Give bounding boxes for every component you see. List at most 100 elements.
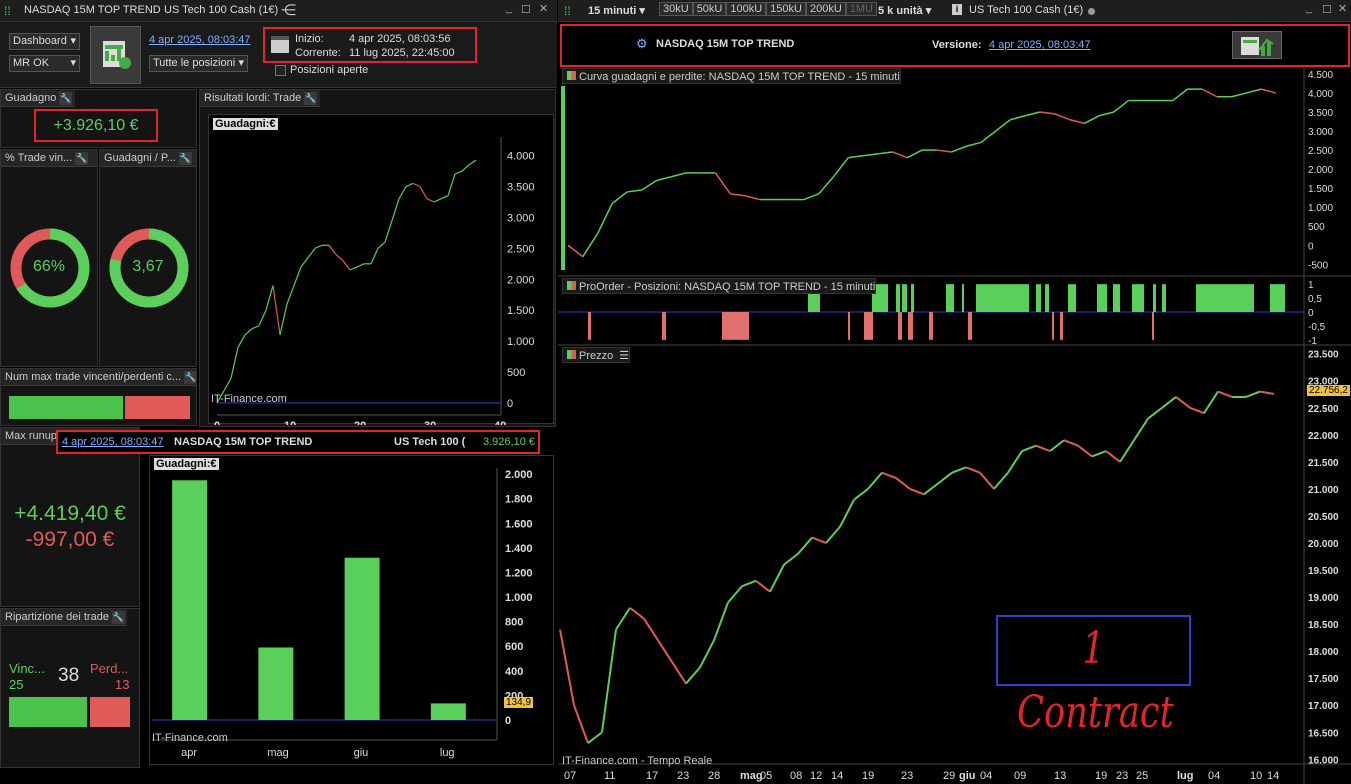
price-segment <box>587 731 603 744</box>
window-menu-icon[interactable]: ⁞⁞ <box>564 4 571 18</box>
equity-y-tick: 2.500 <box>1308 146 1333 157</box>
month-bar <box>172 480 208 720</box>
minimize-icon[interactable]: _ <box>506 2 512 14</box>
price-segment <box>1035 444 1051 452</box>
perd-value: 13 <box>115 677 130 692</box>
equity-curve-segment <box>1172 88 1188 102</box>
equity-y-tick: 500 <box>1308 222 1325 233</box>
list-icon[interactable]: ☰ <box>619 350 629 362</box>
y-tick-label: 500 <box>507 367 525 379</box>
unit-button-150k[interactable]: 150kU <box>766 2 806 16</box>
long-position-block <box>902 284 907 312</box>
maximize-icon[interactable]: ☐ <box>1322 3 1332 16</box>
equity-segment <box>433 198 442 203</box>
equity-curve-segment <box>803 193 820 201</box>
prezzo-legend-icon <box>567 350 576 359</box>
price-segment <box>1077 444 1093 458</box>
max-runup-panel: Max runup +4.419,40 € -997,00 € <box>0 427 140 607</box>
price-segment <box>783 553 799 566</box>
positions-select[interactable]: Tutte le posizioni ▾ <box>149 55 248 72</box>
posizioni-aperte-label[interactable]: Posizioni aperte <box>290 64 368 76</box>
equity-segment <box>244 328 253 336</box>
month-bar <box>258 647 294 720</box>
price-x-tick: 13 <box>1054 770 1066 782</box>
equity-curve-segment <box>582 233 599 258</box>
price-and-equity-chart: -50005001.0001.5002.0002.5003.0003.5004.… <box>558 68 1351 784</box>
wrench-icon[interactable]: 🔧 <box>304 91 318 105</box>
price-x-tick: 19 <box>862 770 874 782</box>
unit-button-30k[interactable]: 30kU <box>659 2 693 16</box>
wrench-icon[interactable]: 🔧 <box>178 151 192 165</box>
info-icon[interactable]: i <box>952 4 962 15</box>
strategy-icon[interactable] <box>90 26 141 84</box>
equity-curve-segment <box>656 175 672 182</box>
strategy-report-icon[interactable] <box>1232 31 1282 59</box>
version-link[interactable]: 4 apr 2025, 08:03:47 <box>149 34 251 46</box>
equity-curve-segment <box>730 193 746 197</box>
dashboard-select[interactable]: Dashboard ▾ <box>9 33 80 50</box>
short-position-block <box>588 312 591 340</box>
mr-select[interactable]: MR OK ▾ <box>9 55 80 72</box>
price-x-tick: 23 <box>901 770 913 782</box>
equity-y-tick: 1.000 <box>1308 203 1333 214</box>
price-segment <box>615 607 631 631</box>
equity-segment <box>265 285 274 311</box>
equity-segment <box>419 186 428 200</box>
banner-date-link[interactable]: 4 apr 2025, 08:03:47 <box>62 436 164 448</box>
wrench-icon[interactable]: 🔧 <box>111 610 125 624</box>
timeframe-select[interactable]: 15 minuti ▾ <box>588 4 645 17</box>
equity-curve-segment <box>906 149 923 159</box>
short-position-block <box>662 312 666 340</box>
long-position-block <box>1270 284 1285 312</box>
price-y-tick: 19.500 <box>1308 566 1339 577</box>
price-segment <box>1119 439 1135 463</box>
equity-segment <box>384 220 393 243</box>
equity-curve-segment <box>818 176 835 195</box>
equity-segment <box>307 247 316 258</box>
price-segment <box>643 618 659 641</box>
minimize-icon[interactable]: _ <box>1306 2 1312 14</box>
right-instrument-label: US Tech 100 Cash (1€) <box>969 4 1084 16</box>
ripartizione-header: Ripartizione dei trade 🔧 <box>1 609 127 626</box>
price-segment <box>811 536 827 544</box>
wrench-icon[interactable]: 🔧 <box>59 91 73 105</box>
unit-button-1mu[interactable]: 1MU <box>845 2 877 16</box>
position-y-tick: 0 <box>1308 308 1314 319</box>
price-x-tick: 23 <box>1116 770 1128 782</box>
close-icon[interactable]: ✕ <box>539 2 548 15</box>
long-position-block <box>962 284 964 312</box>
equity-y-tick: 0 <box>1308 241 1314 252</box>
equity-y-tick: -500 <box>1308 260 1328 271</box>
vinc-value: 25 <box>9 677 24 692</box>
strategy-header-box: ⚙ NASDAQ 15M TOP TREND Versione: 4 apr 2… <box>560 24 1350 67</box>
long-position-block <box>1153 284 1156 312</box>
unit-button-200k[interactable]: 200kU <box>805 2 846 16</box>
price-y-tick: 21.000 <box>1308 485 1339 496</box>
price-segment <box>937 471 953 485</box>
units-select[interactable]: 5 k unità ▾ <box>878 4 931 17</box>
long-position-block <box>976 284 1029 312</box>
close-icon[interactable]: ✕ <box>1338 2 1347 15</box>
unit-button-50k[interactable]: 50kU <box>692 2 727 16</box>
posizioni-aperte-checkbox[interactable] <box>275 65 286 76</box>
curve-header: Curva guadagni e perdite: NASDAQ 15M TOP… <box>562 68 901 84</box>
maximize-icon[interactable]: ☐ <box>521 3 531 16</box>
chevron-down-icon: ▾ <box>70 57 76 69</box>
short-position-block <box>1052 312 1054 340</box>
unit-button-100k[interactable]: 100kU <box>726 2 767 16</box>
equity-segment <box>370 248 379 265</box>
wrench-icon[interactable]: 🔧 <box>184 370 196 384</box>
window-menu-icon[interactable]: ⁞⁞ <box>4 4 11 18</box>
share-icon[interactable]: ⋲ <box>281 1 296 19</box>
price-segment <box>657 639 673 663</box>
y-tick-label: 3.500 <box>507 181 535 193</box>
wrench-icon[interactable]: 🔧 <box>75 151 89 165</box>
equity-segment <box>405 182 414 188</box>
equity-segment <box>461 164 470 172</box>
left-titlebar: ⁞⁞ NASDAQ 15M TOP TREND US Tech 100 Cash… <box>0 0 557 22</box>
long-position-block <box>1196 284 1254 312</box>
equity-curve-segment <box>951 145 967 153</box>
calendar-icon <box>271 36 289 53</box>
right-version-link[interactable]: 4 apr 2025, 08:03:47 <box>989 39 1091 51</box>
banner-instrument: US Tech 100 ( <box>394 436 466 448</box>
